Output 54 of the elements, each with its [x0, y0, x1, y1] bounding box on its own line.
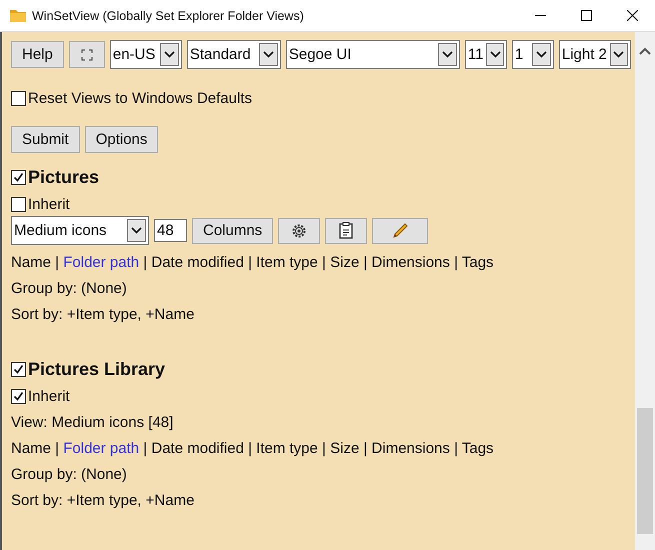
close-icon [626, 10, 638, 21]
scroll-up-icon[interactable] [639, 46, 651, 56]
checkbox[interactable] [11, 362, 26, 377]
checkbox[interactable] [11, 197, 26, 212]
group-by-text: Group by: (None) [11, 466, 128, 483]
caret-icon [262, 51, 274, 58]
checkbox[interactable] [11, 91, 26, 106]
dropdown[interactable]: Light 2 [558, 40, 631, 69]
checkmark-icon [13, 364, 24, 375]
sort-by-text: Sort by: +Item type, +Name [11, 306, 196, 323]
caret-icon [536, 51, 547, 58]
view-text: View: Medium icons [48] [11, 414, 174, 431]
pencil-button[interactable] [372, 218, 428, 244]
group-by-text: Group by: (None) [11, 280, 128, 297]
section-title: Pictures Library [28, 359, 166, 380]
fullscreen-icon [80, 48, 93, 60]
dropdown[interactable]: Segoe UI [286, 40, 460, 69]
dropdown[interactable]: 11 [464, 40, 507, 69]
icon-size-field[interactable]: 48 [154, 219, 187, 242]
caret-icon [442, 51, 453, 58]
checkmark-icon [13, 172, 24, 183]
gear-icon [291, 222, 308, 238]
submit-button[interactable]: Submit [11, 126, 80, 153]
checkbox-label: Reset Views to Windows Defaults [28, 90, 252, 107]
options-button[interactable]: Options [84, 126, 158, 153]
caret-icon [490, 51, 501, 58]
pencil-icon [391, 222, 410, 240]
caret-icon [131, 227, 142, 234]
sort-by-text: Sort by: +Item type, +Name [11, 492, 196, 509]
checkbox[interactable] [11, 389, 26, 404]
help-button[interactable]: Help [11, 41, 64, 68]
caret-icon [613, 51, 624, 58]
settings-button[interactable] [278, 218, 320, 244]
dropdown[interactable]: Standard [186, 40, 281, 69]
checkbox-label: Inherit [28, 388, 70, 405]
column-list: Name | Folder path | Date modified | Item type | Size | Dimensions | Tags [11, 440, 635, 457]
caret-icon [164, 51, 175, 58]
checkbox[interactable] [11, 170, 26, 185]
window-title: WinSetView (Globally Set Explorer Folder Views) [32, 8, 305, 22]
dropdown[interactable]: Medium icons [11, 216, 149, 245]
maximize-icon [580, 10, 592, 21]
folder-icon [10, 9, 26, 22]
fullscreen-button[interactable] [68, 41, 105, 68]
scrollbar-thumb[interactable] [637, 408, 653, 534]
columns-button[interactable]: Columns [192, 218, 274, 244]
clipboard-button[interactable] [325, 218, 368, 244]
clipboard-icon [339, 222, 354, 239]
checkbox-label: Inherit [28, 196, 70, 213]
section-title: Pictures [28, 167, 100, 188]
dropdown[interactable]: en-US [110, 40, 182, 69]
scrollbar[interactable] [635, 32, 655, 550]
dropdown[interactable]: 1 [512, 40, 554, 69]
column-list: Name | Folder path | Date modified | Item type | Size | Dimensions | Tags [11, 254, 635, 271]
checkmark-icon [13, 391, 24, 402]
